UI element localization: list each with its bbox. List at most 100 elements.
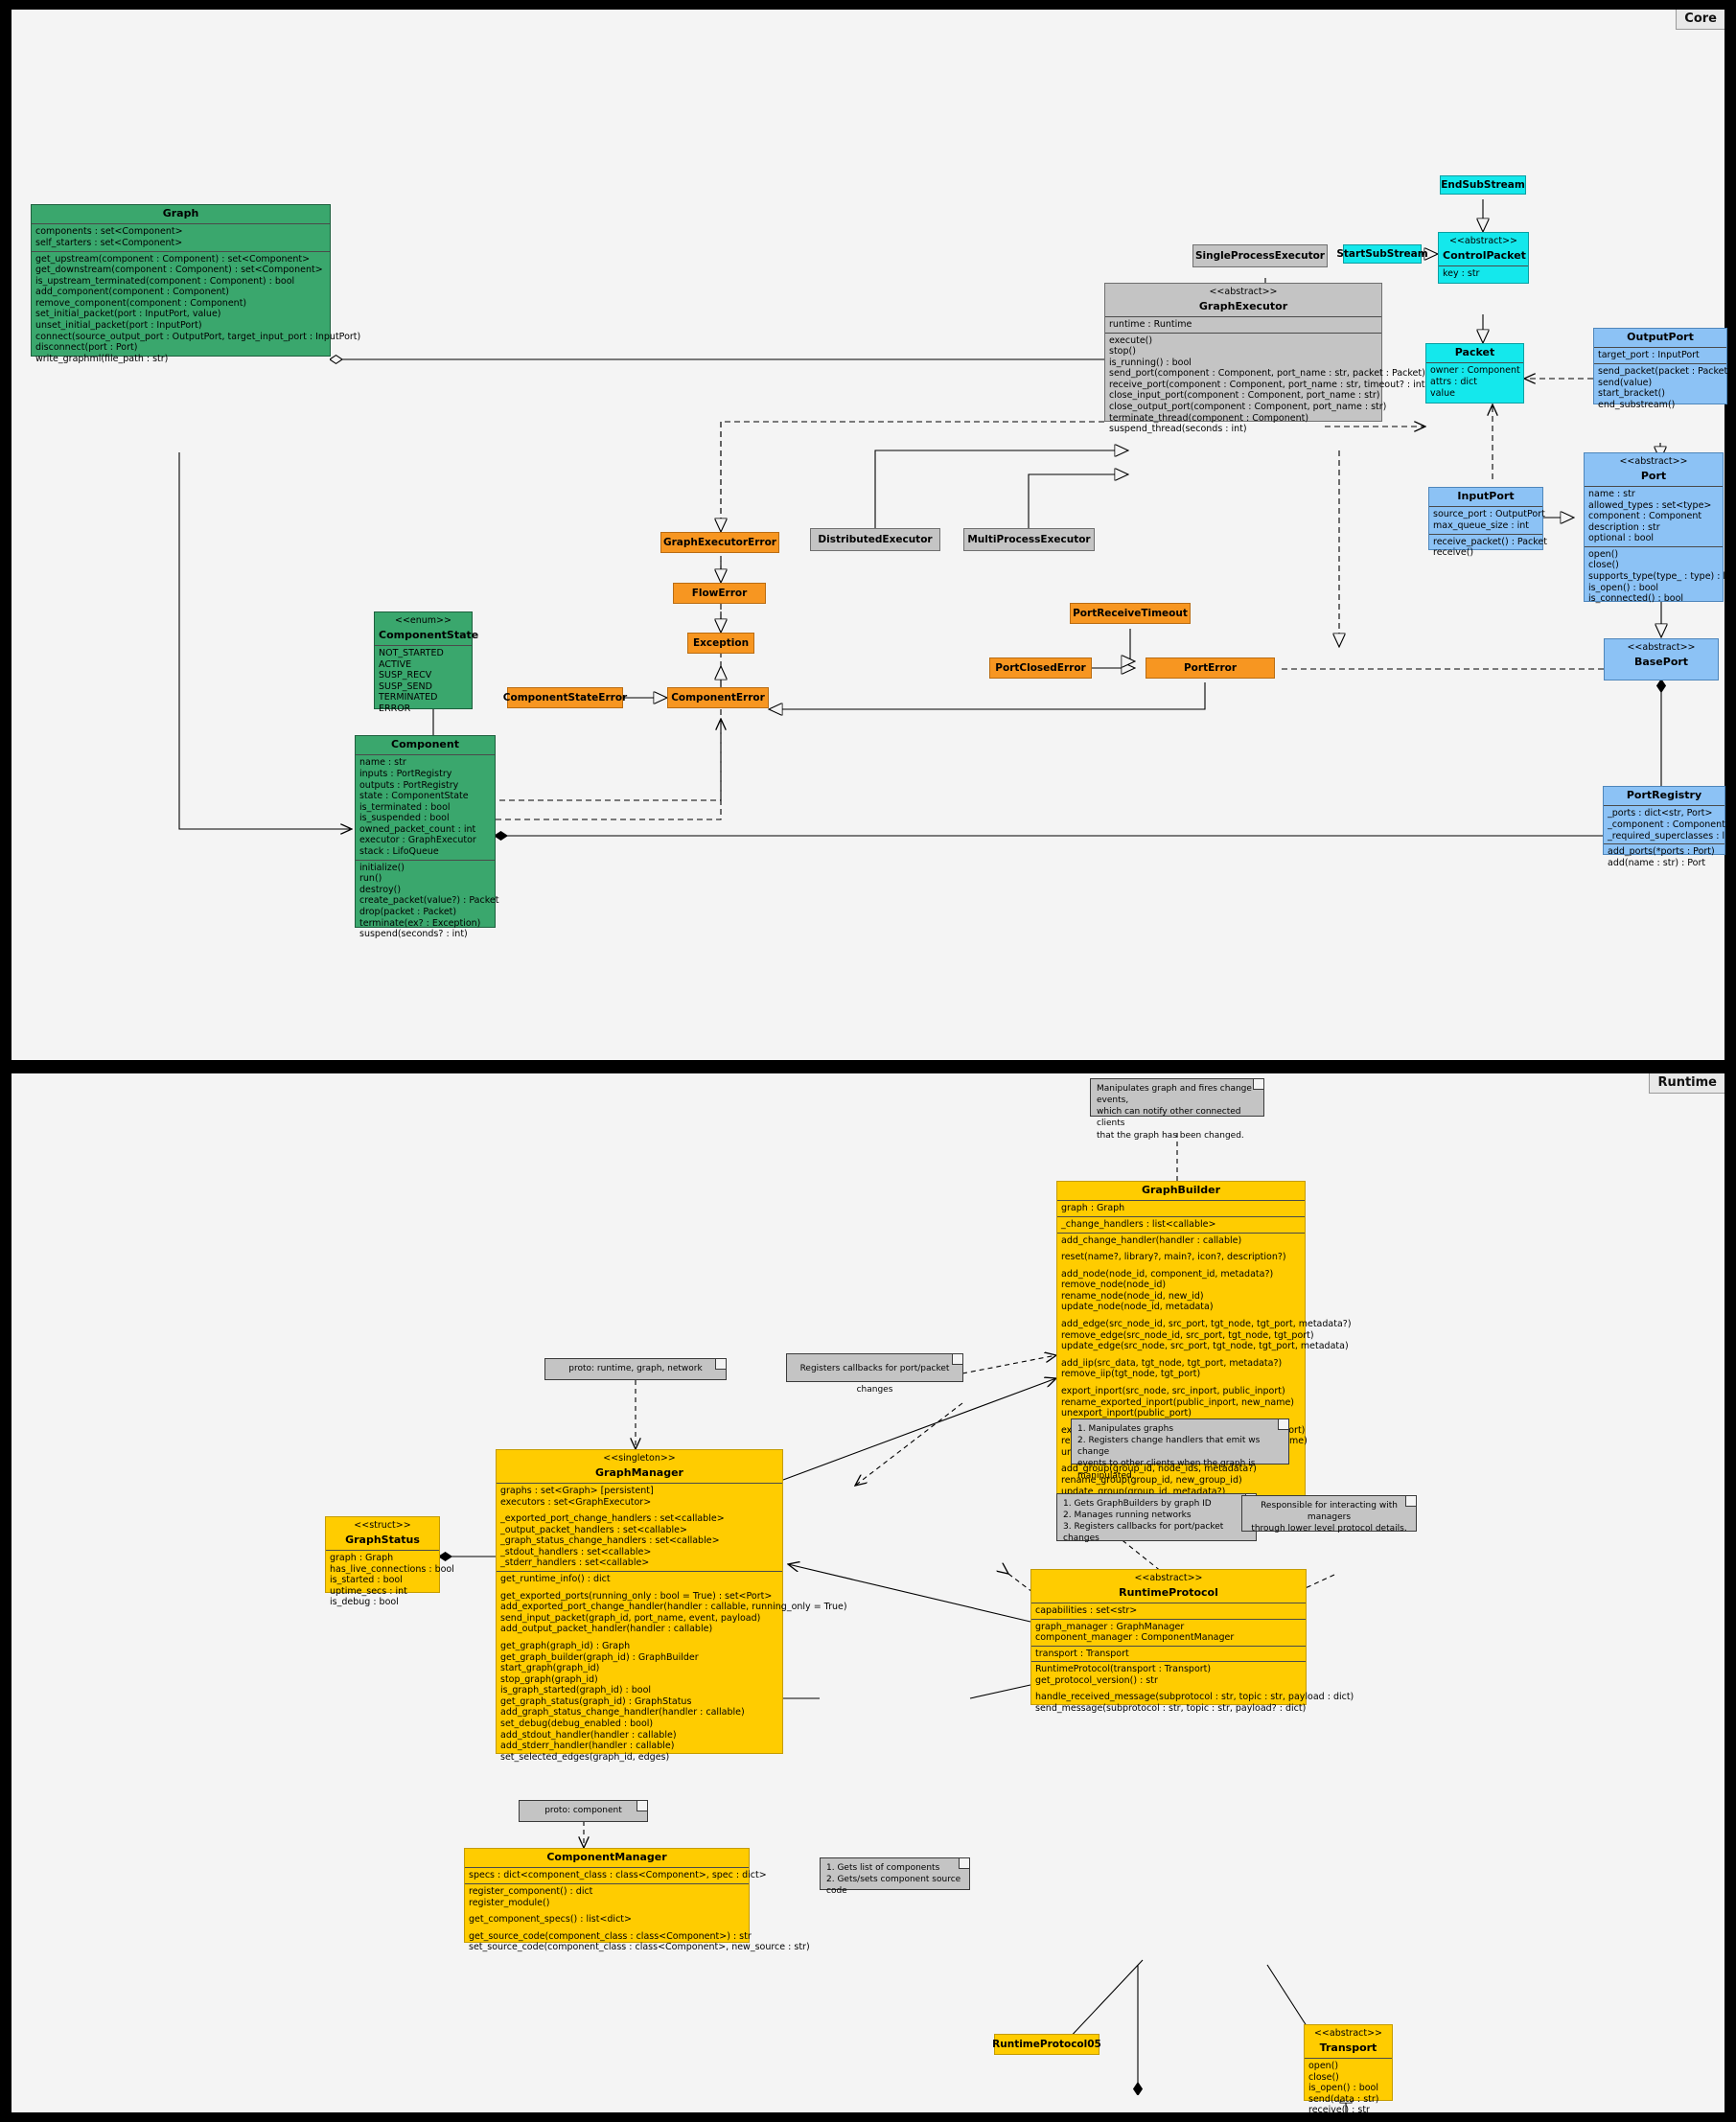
class-base-port-name: BasePort xyxy=(1633,655,1689,668)
class-graph-manager-attrs: graphs : set<Graph> [persistent] executo… xyxy=(497,1482,782,1571)
class-graph[interactable]: Graph components : set<Component> self_s… xyxy=(31,204,360,364)
class-component-state[interactable]: <<enum>> ComponentState NOT_STARTED ACTI… xyxy=(374,611,479,714)
class-packet-attrs: owner : Component attrs : dict value xyxy=(1426,362,1523,401)
runtime-frame: Runtime Manipulates graph and fires chan… xyxy=(10,1072,1728,2116)
note-manipulates-graphs-text: 1. Manipulates graphs 2. Registers chang… xyxy=(1077,1424,1261,1481)
class-component-manager-attrs: specs : dict<component_class : class<Com… xyxy=(465,1867,767,1883)
class-port-attrs: name : str allowed_types : set<type> com… xyxy=(1585,485,1723,546)
class-runtime-protocol-name: RuntimeProtocol xyxy=(1119,1585,1218,1599)
class-distributed-executor-name: DistributedExecutor xyxy=(818,533,933,545)
class-graph-manager-stereotype: <<singleton>> xyxy=(603,1453,676,1464)
class-start-substream[interactable]: StartSubStream xyxy=(1336,244,1428,264)
class-single-process-executor[interactable]: SingleProcessExecutor xyxy=(1192,244,1328,267)
class-component-manager-ops: register_component() : dict register_mod… xyxy=(465,1882,810,1955)
class-runtime-protocol-05-name: RuntimeProtocol05 xyxy=(992,2038,1101,2050)
class-input-port[interactable]: InputPort source_port : OutputPort max_q… xyxy=(1428,487,1547,558)
note-fold-icon xyxy=(1278,1419,1288,1430)
class-component-attrs: name : str inputs : PortRegistry outputs… xyxy=(356,754,495,859)
class-component-error[interactable]: ComponentError xyxy=(667,687,769,708)
class-graph-manager[interactable]: <<singleton>> GraphManager graphs : set<… xyxy=(496,1449,847,1763)
class-output-port[interactable]: OutputPort target_port : InputPort send_… xyxy=(1593,328,1731,410)
class-graph-manager-ops: get_runtime_info() : dict get_exported_p… xyxy=(497,1571,847,1764)
note-proto-runtime-text: proto: runtime, graph, network xyxy=(568,1364,703,1373)
core-frame: Core Graph components: set<Component> s… xyxy=(10,8,1736,1062)
class-port-ops: open() close() supports_type(type_ : typ… xyxy=(1585,545,1736,607)
class-transport-ops: open() close() is_open() : bool send(dat… xyxy=(1305,2057,1392,2118)
class-graph-builder-attrs-a: graph : Graph xyxy=(1057,1200,1305,1216)
class-component[interactable]: Component name : str inputs : PortRegist… xyxy=(355,735,498,939)
class-transport[interactable]: <<abstract>> Transport open() close() is… xyxy=(1304,2024,1393,2115)
class-port-receive-timeout-name: PortReceiveTimeout xyxy=(1073,607,1188,619)
note-graph-builder-text: Manipulates graph and fires change event… xyxy=(1097,1084,1252,1141)
class-component-state-error-name: ComponentStateError xyxy=(502,691,628,703)
class-graph-executor-attrs: runtime : Runtime xyxy=(1105,315,1381,333)
class-graph-status[interactable]: <<struct>> GraphStatus graph : Graph has… xyxy=(325,1516,454,1607)
class-flow-error[interactable]: FlowError xyxy=(673,583,766,604)
class-runtime-protocol[interactable]: <<abstract>> RuntimeProtocol capabilitie… xyxy=(1030,1569,1354,1714)
note-fold-icon xyxy=(959,1858,969,1869)
runtime-connectors xyxy=(12,1133,1728,2116)
class-graph-executor[interactable]: <<abstract>> GraphExecutor runtime : Run… xyxy=(1104,283,1468,434)
class-graph-builder-name: GraphBuilder xyxy=(1141,1184,1221,1196)
uml-class-diagram: Core Graph components: set<Component> s… xyxy=(0,0,1736,2122)
class-port-registry[interactable]: PortRegistry _ports : dict<str, Port> _c… xyxy=(1603,786,1736,868)
note-port-packet-callbacks-text: Registers callbacks for port/packet chan… xyxy=(799,1364,950,1395)
class-component-state-error[interactable]: ComponentStateError xyxy=(503,687,627,708)
class-control-packet-attrs: key : str xyxy=(1439,265,1528,282)
class-port-registry-attrs: _ports : dict<str, Port> _component : Co… xyxy=(1604,805,1736,843)
class-component-state-stereotype: <<enum>> xyxy=(395,615,451,626)
class-start-substream-name: StartSubStream xyxy=(1336,247,1428,260)
class-graph-executor-error-name: GraphExecutorError xyxy=(663,536,776,548)
class-port-receive-timeout[interactable]: PortReceiveTimeout xyxy=(1070,603,1191,624)
note-fold-icon xyxy=(1405,1496,1416,1507)
class-single-process-executor-name: SingleProcessExecutor xyxy=(1195,249,1325,262)
class-graph-status-name: GraphStatus xyxy=(345,1533,420,1546)
class-component-name: Component xyxy=(391,738,459,750)
class-graph-name: Graph xyxy=(162,207,199,219)
class-output-port-name: OutputPort xyxy=(1627,331,1694,343)
note-proto-runtime: proto: runtime, graph, network xyxy=(544,1358,727,1380)
class-output-port-attrs: target_port : InputPort xyxy=(1594,347,1726,363)
class-control-packet-name: ControlPacket xyxy=(1443,248,1526,262)
note-graph-builder: Manipulates graph and fires change event… xyxy=(1090,1078,1264,1141)
class-control-packet[interactable]: <<abstract>> ControlPacket key : str xyxy=(1438,232,1529,284)
class-port-closed-error-name: PortClosedError xyxy=(995,661,1086,674)
class-distributed-executor[interactable]: DistributedExecutor xyxy=(810,528,940,551)
class-runtime-protocol-05[interactable]: RuntimeProtocol05 xyxy=(992,2034,1101,2055)
class-component-error-name: ComponentError xyxy=(671,691,765,703)
class-graph-executor-ops: execute() stop() is_running() : bool sen… xyxy=(1105,332,1468,437)
core-frame-title: Core xyxy=(1676,10,1724,30)
note-transport-roles: Responsible for interacting with manager… xyxy=(1241,1495,1417,1534)
note-fold-icon xyxy=(715,1359,726,1370)
class-component-state-name: ComponentState xyxy=(379,628,479,641)
note-fold-icon xyxy=(1253,1079,1263,1090)
class-flow-error-name: FlowError xyxy=(691,587,748,599)
class-component-ops: initialize() run() destroy() create_pack… xyxy=(356,859,498,942)
class-end-substream[interactable]: EndSubStream xyxy=(1440,175,1526,195)
class-port-name: Port xyxy=(1640,469,1667,482)
class-graph-manager-name: GraphManager xyxy=(595,1465,683,1479)
class-graph-executor-name: GraphExecutor xyxy=(1198,299,1288,312)
note-graph-manager-roles-text: 1. Gets GraphBuilders by graph ID 2. Man… xyxy=(1063,1499,1224,1544)
class-component-state-values: NOT_STARTED ACTIVE SUSP_RECV SUSP_SEND T… xyxy=(375,644,472,716)
class-port-closed-error[interactable]: PortClosedError xyxy=(989,657,1092,679)
class-component-manager[interactable]: ComponentManager specs : dict<component_… xyxy=(464,1848,810,1952)
class-output-port-ops: send_packet(packet : Packet) send(value)… xyxy=(1594,362,1731,412)
class-packet[interactable]: Packet owner : Component attrs : dict va… xyxy=(1425,343,1524,404)
class-runtime-protocol-attrs-b: graph_manager : GraphManager component_m… xyxy=(1031,1618,1306,1646)
class-graph-executor-error[interactable]: GraphExecutorError xyxy=(660,532,779,553)
class-transport-stereotype: <<abstract>> xyxy=(1313,2028,1383,2039)
note-fold-icon xyxy=(952,1354,962,1365)
class-transport-name: Transport xyxy=(1319,2041,1377,2054)
class-multi-process-executor[interactable]: MultiProcessExecutor xyxy=(963,528,1095,551)
note-manipulates-graphs: 1. Manipulates graphs 2. Registers chang… xyxy=(1071,1419,1289,1481)
class-exception[interactable]: Exception xyxy=(687,633,754,654)
class-port-registry-name: PortRegistry xyxy=(1626,789,1702,801)
class-port-registry-ops: add_ports(*ports : Port) add(name : str)… xyxy=(1604,843,1724,870)
class-port-error[interactable]: PortError xyxy=(1146,657,1275,679)
note-port-packet-callbacks: Registers callbacks for port/packet chan… xyxy=(786,1353,963,1395)
class-end-substream-name: EndSubStream xyxy=(1441,178,1525,191)
class-base-port[interactable]: <<abstract>> BasePort xyxy=(1604,638,1719,680)
class-port[interactable]: <<abstract>> Port name : str allowed_typ… xyxy=(1584,452,1736,604)
class-graph-status-attrs: graph : Graph has_live_connections : boo… xyxy=(326,1549,454,1610)
